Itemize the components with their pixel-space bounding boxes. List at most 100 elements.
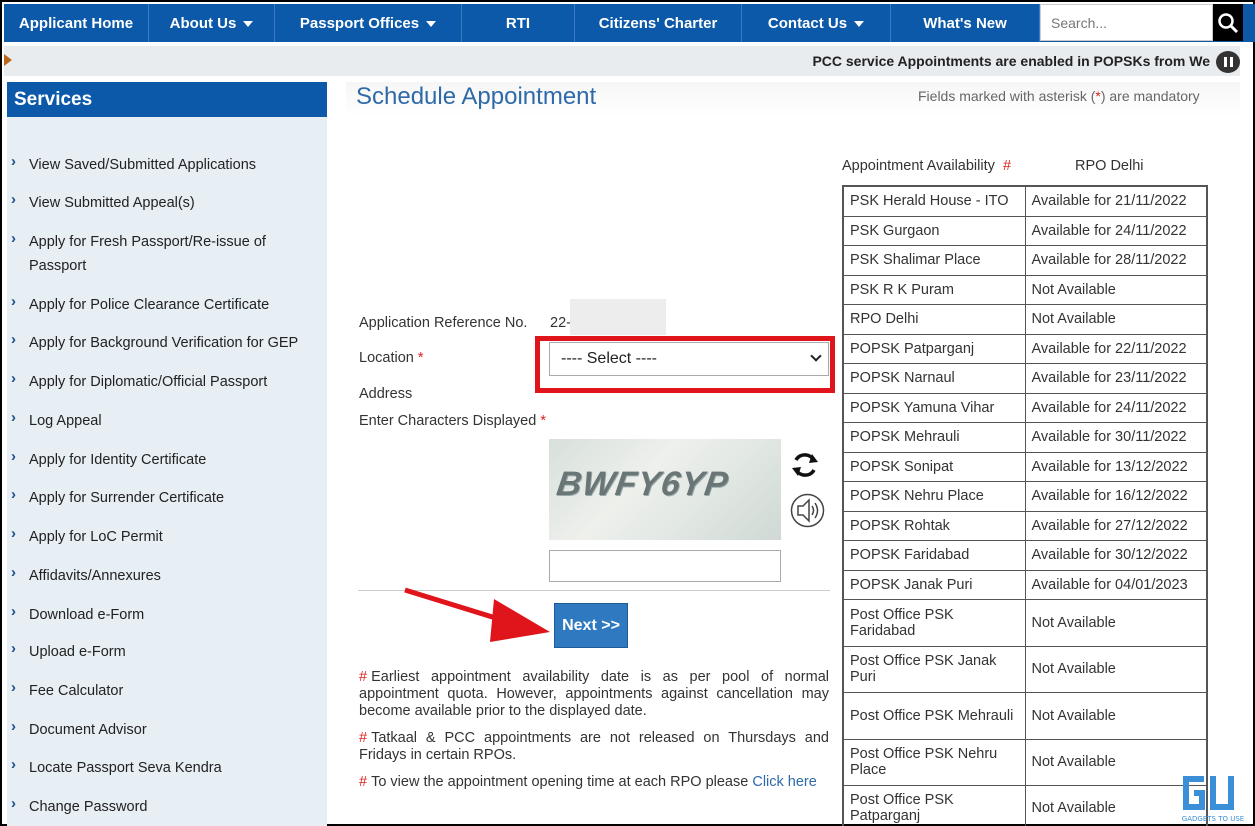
pause-icon bbox=[1223, 57, 1227, 67]
nav-label: Citizens' Charter bbox=[598, 14, 718, 32]
sidebar-item-view-appeal[interactable]: › View Submitted Appeal(s) bbox=[7, 191, 327, 215]
ref-no-label: Application Reference No. bbox=[359, 315, 528, 331]
sidebar-item-download-eform[interactable]: › Download e-Form bbox=[7, 603, 327, 627]
availability-rpo: RPO Delhi bbox=[1075, 158, 1144, 174]
refresh-icon[interactable] bbox=[790, 450, 820, 480]
sidebar-item-affidavits[interactable]: › Affidavits/Annexures bbox=[7, 564, 327, 588]
availability-table: PSK Herald House - ITO Available for 21/1… bbox=[842, 185, 1208, 826]
search-button[interactable] bbox=[1213, 4, 1243, 41]
nav-citizens-charter[interactable]: Citizens' Charter bbox=[575, 4, 742, 42]
mandatory-note-before: Fields marked with asterisk ( bbox=[918, 88, 1096, 104]
psk-name: POPSK Sonipat bbox=[842, 451, 1026, 482]
table-row: Post Office PSK Nehru Place Not Available bbox=[842, 738, 1208, 786]
nav-contact-us[interactable]: Contact Us bbox=[742, 4, 891, 42]
availability-hash: # bbox=[1002, 158, 1012, 174]
nav-passport-offices[interactable]: Passport Offices bbox=[275, 4, 462, 42]
sidebar-item-label: Log Appeal bbox=[29, 413, 102, 429]
chevron-right-icon: › bbox=[11, 153, 16, 170]
psk-name: POPSK Narnaul bbox=[842, 362, 1026, 394]
sidebar-item-label: Download e-Form bbox=[29, 607, 145, 623]
location-label-text: Location bbox=[359, 350, 414, 366]
sidebar-item-view-saved[interactable]: › View Saved/Submitted Applications bbox=[7, 153, 327, 177]
psk-status: Not Available bbox=[1024, 645, 1208, 693]
psk-name: POPSK Faridabad bbox=[842, 539, 1026, 571]
services-title: Services bbox=[7, 82, 327, 117]
sidebar-item-label: Upload e-Form bbox=[29, 644, 126, 660]
nav-whats-new[interactable]: What's New bbox=[891, 4, 1040, 42]
psk-name: POPSK Mehrauli bbox=[842, 421, 1026, 453]
sidebar-item-surrender[interactable]: › Apply for Surrender Certificate bbox=[7, 486, 327, 510]
ticker-text: PCC service Appointments are enabled in … bbox=[812, 53, 1210, 69]
next-button[interactable]: Next >> bbox=[554, 603, 628, 648]
sidebar-item-fresh-passport[interactable]: › Apply for Fresh Passport/Re-issue of Pa… bbox=[7, 230, 327, 278]
psk-status: Available for 21/11/2022 bbox=[1024, 185, 1208, 217]
psk-status: Available for 30/11/2022 bbox=[1024, 421, 1208, 453]
table-row: POPSK Narnaul Available for 23/11/2022 bbox=[842, 362, 1208, 394]
sidebar-item-fee-calculator[interactable]: › Fee Calculator bbox=[7, 679, 327, 703]
chevron-right-icon: › bbox=[11, 640, 16, 657]
note-earliest: # Earliest appointment availability date … bbox=[359, 669, 829, 720]
psk-name: POPSK Rohtak bbox=[842, 510, 1026, 541]
note-hash: # bbox=[359, 774, 368, 790]
captcha-label-text: Enter Characters Displayed bbox=[359, 413, 537, 429]
psk-name: Post Office PSK Mehrauli bbox=[842, 691, 1026, 740]
click-here-link[interactable]: Click here bbox=[752, 774, 816, 790]
psk-name: PSK Shalimar Place bbox=[842, 244, 1026, 276]
chevron-right-icon: › bbox=[11, 486, 16, 503]
sidebar-item-diplomatic[interactable]: › Apply for Diplomatic/Official Passport bbox=[7, 370, 327, 394]
note-text: Earliest appointment availability date i… bbox=[359, 669, 829, 719]
sidebar-item-upload-eform[interactable]: › Upload e-Form bbox=[7, 640, 327, 664]
speaker-icon[interactable] bbox=[790, 492, 825, 529]
pause-button[interactable] bbox=[1216, 51, 1240, 73]
caret-down-icon bbox=[243, 21, 254, 27]
location-select-value: ---- Select ---- bbox=[561, 350, 657, 367]
chevron-right-icon: › bbox=[11, 293, 16, 310]
nav-rti[interactable]: RTI bbox=[462, 4, 575, 42]
page-title: Schedule Appointment bbox=[356, 83, 597, 110]
psk-name: Post Office PSK Faridabad bbox=[842, 598, 1026, 647]
psk-status: Available for 28/11/2022 bbox=[1024, 244, 1208, 276]
sidebar-item-identity[interactable]: › Apply for Identity Certificate bbox=[7, 448, 327, 472]
table-row: Post Office PSK Faridabad Not Available bbox=[842, 598, 1208, 647]
sidebar-item-gep[interactable]: › Apply for Background Verification for G… bbox=[7, 331, 327, 355]
chevron-right-icon: › bbox=[11, 603, 16, 620]
chevron-down-icon bbox=[810, 350, 822, 362]
arrow-annotation bbox=[404, 587, 550, 642]
psk-name: Post Office PSK Patparganj bbox=[842, 784, 1026, 826]
chevron-right-icon: › bbox=[11, 795, 16, 812]
psk-name: PSK Gurgaon bbox=[842, 215, 1026, 246]
chevron-right-icon: › bbox=[11, 718, 16, 735]
captcha-input[interactable] bbox=[549, 550, 781, 582]
psk-status: Available for 16/12/2022 bbox=[1024, 480, 1208, 512]
note-hash: # bbox=[359, 730, 368, 746]
sidebar-item-label: Apply for Background Verification for GE… bbox=[29, 335, 299, 351]
note-text: To view the appointment opening time at … bbox=[371, 774, 753, 790]
captcha-text: BWFY6YP bbox=[554, 465, 732, 503]
sidebar-item-document-advisor[interactable]: › Document Advisor bbox=[7, 718, 327, 742]
sidebar-item-pcc[interactable]: › Apply for Police Clearance Certificate bbox=[7, 293, 327, 317]
location-select[interactable]: ---- Select ---- bbox=[549, 342, 829, 376]
availability-label-text: Appointment Availability bbox=[842, 158, 995, 174]
note-tatkaal: # Tatkaal & PCC appointments are not rele… bbox=[359, 730, 829, 764]
nav-about-us[interactable]: About Us bbox=[149, 4, 275, 42]
caret-down-icon bbox=[426, 21, 437, 27]
table-row: POPSK Patparganj Available for 22/11/2022 bbox=[842, 333, 1208, 364]
sidebar-item-log-appeal[interactable]: › Log Appeal bbox=[7, 409, 327, 433]
chevron-right-icon: › bbox=[11, 370, 16, 387]
sidebar-item-label: Change Password bbox=[29, 799, 148, 815]
psk-status: Available for 24/11/2022 bbox=[1024, 215, 1208, 246]
search-input[interactable]: Search... bbox=[1040, 4, 1213, 41]
psk-status: Available for 30/12/2022 bbox=[1024, 539, 1208, 571]
chevron-right-icon: › bbox=[11, 409, 16, 426]
psk-name: POPSK Janak Puri bbox=[842, 569, 1026, 600]
sidebar-item-loc-permit[interactable]: › Apply for LoC Permit bbox=[7, 525, 327, 549]
sidebar-item-locate-psk[interactable]: › Locate Passport Seva Kendra bbox=[7, 756, 327, 780]
sidebar-item-change-password[interactable]: › Change Password bbox=[7, 795, 327, 819]
nav-applicant-home[interactable]: Applicant Home bbox=[4, 4, 149, 42]
chevron-right-icon: › bbox=[11, 191, 16, 208]
nav-label: About Us bbox=[169, 14, 237, 32]
table-row: Post Office PSK Patparganj Not Available bbox=[842, 784, 1208, 826]
psk-name: RPO Delhi bbox=[842, 303, 1026, 335]
required-mark: * bbox=[417, 350, 424, 366]
table-row: POPSK Nehru Place Available for 16/12/202… bbox=[842, 480, 1208, 512]
